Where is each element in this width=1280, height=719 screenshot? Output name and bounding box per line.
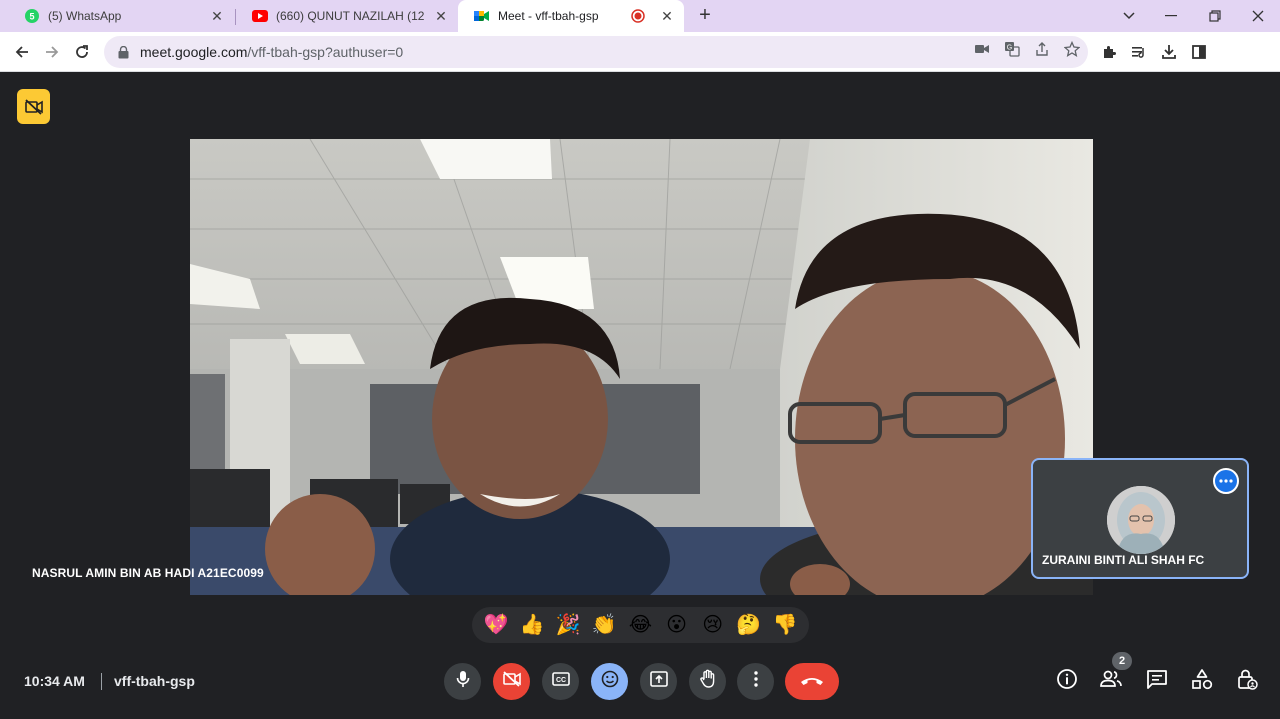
meet-stage: NASRUL AMIN BIN AB HADI A21EC0099 ZURAIN… (0, 72, 1280, 719)
svg-text:CC: CC (555, 677, 565, 684)
camera-off-icon (502, 671, 521, 692)
close-tab-icon[interactable]: ✕ (658, 7, 676, 25)
info-icon (1056, 668, 1078, 695)
tab-meet[interactable]: Meet - vff-tbah-gsp ✕ (458, 0, 684, 32)
main-participant-name: NASRUL AMIN BIN AB HADI A21EC0099 (32, 566, 264, 580)
svg-text:5: 5 (29, 12, 34, 22)
reload-button[interactable] (70, 40, 94, 64)
shapes-icon (1191, 668, 1213, 695)
reactions-bar: 💖 👍 🎉 👏 😂 😮 😢 🤔 👎 (472, 607, 809, 643)
close-tab-icon[interactable]: ✕ (432, 7, 450, 25)
hand-icon (699, 669, 717, 694)
new-tab-button[interactable]: + (694, 5, 716, 27)
reaction-thumbs-down[interactable]: 👎 (770, 610, 800, 640)
participant-avatar (1107, 486, 1175, 554)
tab-youtube[interactable]: (660) QUNUT NAZILAH (12 JAM) ✕ (236, 0, 458, 32)
youtube-icon (252, 8, 268, 24)
hang-up-icon (800, 673, 824, 691)
reaction-thumbs-up[interactable]: 👍 (517, 610, 547, 640)
tab-whatsapp[interactable]: 5 (5) WhatsApp ✕ (8, 0, 234, 32)
divider (101, 673, 102, 690)
translate-icon[interactable]: G (1003, 40, 1021, 58)
meeting-code[interactable]: vff-tbah-gsp (114, 673, 195, 689)
reaction-laughing[interactable]: 😂 (625, 610, 655, 640)
bookmark-star-icon[interactable] (1063, 40, 1081, 58)
captions-icon: CC (551, 672, 570, 691)
forward-button[interactable] (40, 40, 64, 64)
reaction-party-popper[interactable]: 🎉 (553, 610, 583, 640)
more-options-icon[interactable] (1213, 468, 1239, 494)
present-screen-button[interactable] (640, 663, 677, 700)
present-icon (649, 671, 668, 692)
host-controls-button[interactable] (1235, 669, 1259, 693)
url-path: /vff-tbah-gsp?authuser=0 (247, 44, 404, 60)
chat-button[interactable] (1145, 669, 1169, 693)
close-window-button[interactable] (1236, 0, 1280, 32)
url-host: meet.google.com (140, 44, 248, 60)
browser-toolbar: meet.google.com/vff-tbah-gsp?authuser=0 … (0, 32, 1280, 94)
people-icon (1099, 670, 1123, 693)
side-panel-icon[interactable] (1189, 42, 1209, 62)
browser-tab-bar: 5 (5) WhatsApp ✕ (660) QUNUT NAZILAH (12… (0, 0, 1280, 32)
close-tab-icon[interactable]: ✕ (208, 7, 226, 25)
lock-person-icon (1236, 668, 1258, 695)
whatsapp-icon: 5 (24, 8, 40, 24)
camera-toggle-button[interactable] (493, 663, 530, 700)
meeting-time: 10:34 AM (24, 673, 85, 689)
reaction-surprised[interactable]: 😮 (662, 610, 692, 640)
camera-off-icon[interactable] (17, 89, 50, 124)
microphone-button[interactable] (444, 663, 481, 700)
vertical-dots-icon (753, 671, 758, 692)
people-button[interactable] (1099, 669, 1123, 693)
leave-call-button[interactable] (785, 663, 839, 700)
share-icon[interactable] (1033, 40, 1051, 58)
chat-icon (1146, 669, 1168, 694)
svg-text:G: G (1007, 45, 1012, 52)
download-icon[interactable] (1159, 42, 1179, 62)
meeting-details-button[interactable] (1055, 668, 1079, 695)
captions-button[interactable]: CC (542, 663, 579, 700)
main-participant-video (190, 139, 1093, 595)
tab-title: (660) QUNUT NAZILAH (12 JAM) (276, 9, 426, 23)
reaction-thinking[interactable]: 🤔 (734, 610, 764, 640)
people-count-badge: 2 (1112, 652, 1132, 670)
reaction-clapping[interactable]: 👏 (589, 610, 619, 640)
emoji-reactions-button[interactable] (591, 663, 628, 700)
tab-title: (5) WhatsApp (48, 9, 122, 23)
camera-in-use-icon[interactable] (973, 40, 991, 58)
address-bar[interactable]: meet.google.com/vff-tbah-gsp?authuser=0 (104, 36, 1088, 68)
reaction-crying[interactable]: 😢 (698, 610, 728, 640)
media-control-icon[interactable] (1129, 42, 1149, 62)
tab-search-icon[interactable] (1107, 0, 1151, 32)
extensions-icon[interactable] (1099, 42, 1119, 62)
minimize-button[interactable] (1149, 0, 1193, 32)
smiley-icon (601, 670, 619, 693)
google-meet-icon (474, 8, 490, 24)
video-frame-illustration (190, 139, 1093, 595)
record-dot-icon (630, 8, 646, 24)
microphone-icon (455, 670, 471, 693)
tab-title: Meet - vff-tbah-gsp (498, 9, 599, 23)
lock-icon[interactable] (116, 45, 130, 59)
activities-button[interactable] (1190, 668, 1214, 695)
raise-hand-button[interactable] (689, 663, 726, 700)
back-button[interactable] (10, 40, 34, 64)
restore-button[interactable] (1193, 0, 1237, 32)
more-options-button[interactable] (737, 663, 774, 700)
self-view-tile[interactable]: ZURAINI BINTI ALI SHAH FC (1031, 458, 1249, 579)
self-participant-name: ZURAINI BINTI ALI SHAH FC (1042, 553, 1205, 567)
url-text: meet.google.com/vff-tbah-gsp?authuser=0 (140, 44, 403, 60)
reaction-sparkling-heart[interactable]: 💖 (481, 610, 511, 640)
